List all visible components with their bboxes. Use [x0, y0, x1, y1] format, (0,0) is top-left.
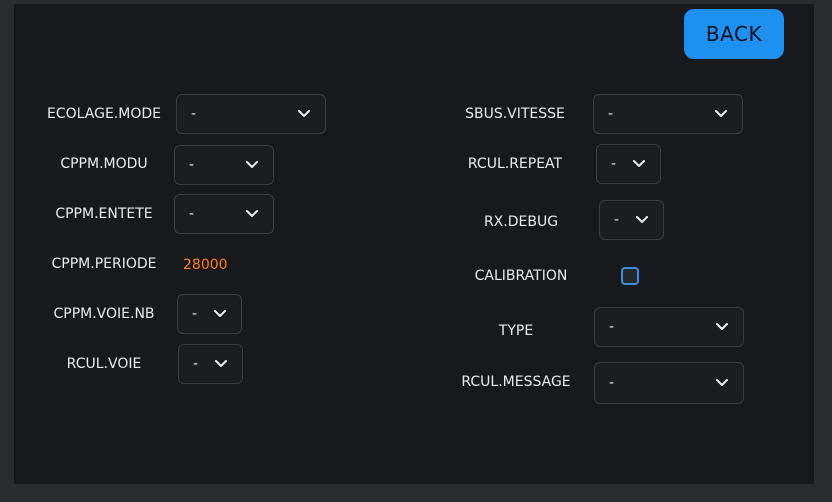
chevron-down-icon	[297, 107, 311, 121]
cppm-entete-value: -	[189, 206, 195, 222]
rcul-repeat-select[interactable]: -	[596, 144, 661, 184]
cppm-voie-nb-label: CPPM.VOIE.NB	[53, 306, 155, 322]
rcul-repeat-label: RCUL.REPEAT	[467, 156, 563, 172]
cppm-modu-value: -	[189, 157, 195, 173]
rcul-voie-value: -	[193, 356, 199, 372]
cppm-modu-label: CPPM.MODU	[60, 156, 148, 172]
rcul-message-label: RCUL.MESSAGE	[461, 374, 571, 390]
rx-debug-value: -	[614, 212, 620, 228]
type-select[interactable]: -	[594, 307, 744, 347]
rcul-voie-label: RCUL.VOIE	[66, 356, 142, 372]
chevron-down-icon	[714, 107, 728, 121]
sbus-vitesse-label: SBUS.VITESSE	[465, 106, 565, 122]
sbus-vitesse-value: -	[608, 106, 614, 122]
ecolage-mode-select[interactable]: -	[176, 94, 326, 134]
rcul-message-select[interactable]: -	[594, 362, 744, 404]
chevron-down-icon	[715, 376, 729, 390]
chevron-down-icon	[214, 357, 228, 371]
cppm-modu-select[interactable]: -	[174, 145, 274, 185]
rx-debug-select[interactable]: -	[599, 200, 664, 240]
cppm-entete-select[interactable]: -	[174, 194, 274, 234]
type-value: -	[609, 319, 615, 335]
rcul-repeat-value: -	[611, 156, 617, 172]
rx-debug-label: RX.DEBUG	[483, 214, 559, 230]
cppm-voie-nb-select[interactable]: -	[177, 294, 242, 334]
chevron-down-icon	[245, 158, 259, 172]
settings-panel	[14, 4, 814, 484]
chevron-down-icon	[245, 207, 259, 221]
chevron-down-icon	[715, 320, 729, 334]
chevron-down-icon	[635, 213, 649, 227]
back-button[interactable]: BACK	[684, 9, 784, 59]
ecolage-mode-label: ECOLAGE.MODE	[47, 106, 161, 122]
cppm-periode-value: 28000	[183, 257, 228, 273]
calibration-checkbox[interactable]	[621, 267, 639, 285]
calibration-label: CALIBRATION	[474, 268, 568, 284]
chevron-down-icon	[213, 307, 227, 321]
cppm-voie-nb-value: -	[192, 306, 198, 322]
type-label: TYPE	[498, 323, 534, 339]
rcul-voie-select[interactable]: -	[178, 344, 243, 384]
cppm-entete-label: CPPM.ENTETE	[55, 206, 153, 222]
chevron-down-icon	[632, 157, 646, 171]
rcul-message-value: -	[609, 375, 615, 391]
cppm-periode-label: CPPM.PERIODE	[51, 256, 157, 272]
ecolage-mode-value: -	[191, 106, 197, 122]
sbus-vitesse-select[interactable]: -	[593, 94, 743, 134]
